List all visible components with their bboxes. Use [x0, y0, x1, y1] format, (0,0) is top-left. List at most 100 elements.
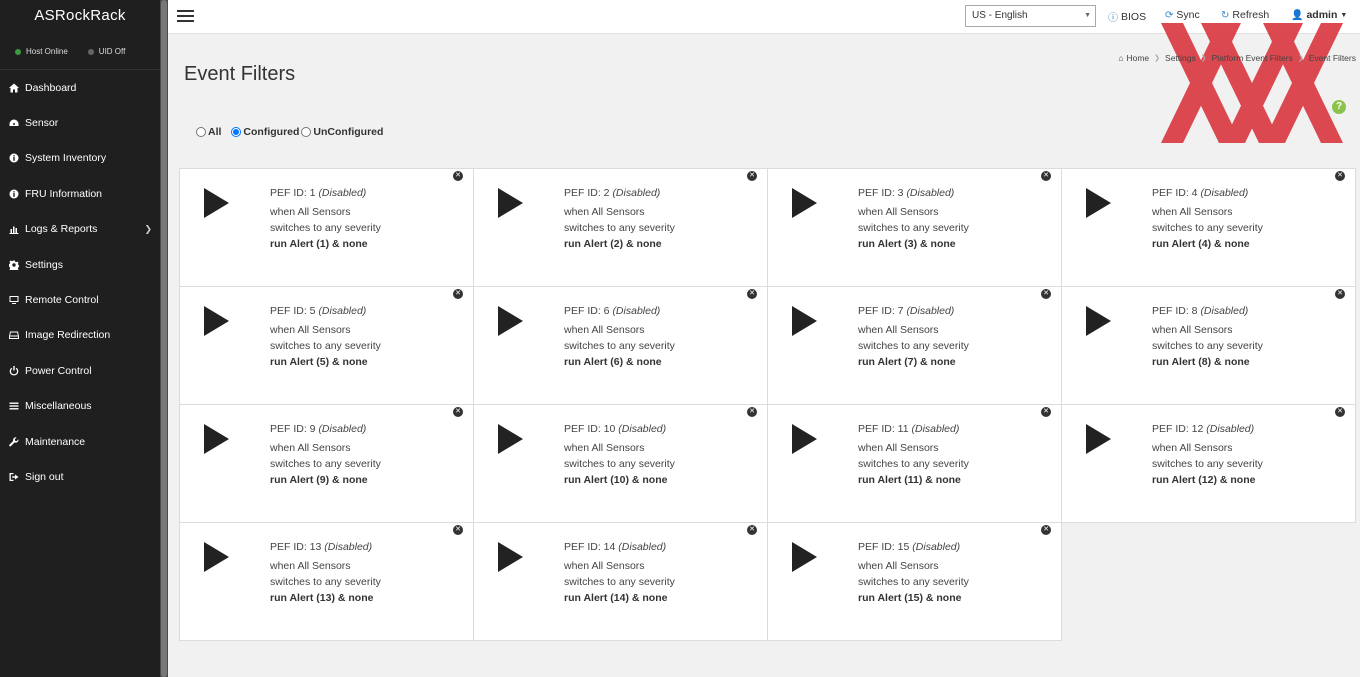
filter-action: run Alert (6) & none	[564, 356, 662, 368]
event-filter-card[interactable]: ✕ PEF ID: 1 (Disabled) when All Sensors …	[179, 168, 474, 287]
filter-id-line: PEF ID: 6 (Disabled)	[564, 303, 675, 319]
filter-id-line: PEF ID: 2 (Disabled)	[564, 185, 675, 201]
filter-action: run Alert (10) & none	[564, 474, 668, 486]
filter-description: PEF ID: 5 (Disabled) when All Sensors sw…	[270, 303, 381, 370]
filter-id: PEF ID: 14	[564, 541, 616, 553]
sidebar-scrollbar[interactable]	[160, 0, 168, 677]
refresh-link[interactable]: ↻ Refresh	[1221, 9, 1269, 21]
filter-configured-label: Configured	[243, 126, 300, 138]
filter-state: (Disabled)	[912, 541, 961, 553]
uid-status-label: UID Off	[98, 47, 126, 56]
delete-filter-icon[interactable]: ✕	[747, 171, 757, 181]
filter-id: PEF ID: 9	[270, 423, 316, 435]
event-filter-card[interactable]: ✕ PEF ID: 2 (Disabled) when All Sensors …	[473, 168, 768, 287]
filter-unconfigured[interactable]: UnConfigured	[301, 126, 383, 138]
sidebar-item-sensor[interactable]: Sensor	[0, 105, 160, 140]
menu-toggle-icon[interactable]	[177, 10, 194, 22]
delete-filter-icon[interactable]: ✕	[453, 289, 463, 299]
sidebar-scrollbar-thumb[interactable]	[161, 0, 167, 677]
sidebar-item-dashboard[interactable]: Dashboard	[0, 70, 160, 105]
sidebar-item-remote-control[interactable]: Remote Control	[0, 282, 160, 317]
filter-state: (Disabled)	[318, 423, 367, 435]
filter-state: (Disabled)	[612, 187, 661, 199]
delete-filter-icon[interactable]: ✕	[1041, 171, 1051, 181]
sidebar-item-miscellaneous[interactable]: Miscellaneous	[0, 389, 160, 424]
host-status-label: Host Online	[26, 47, 68, 56]
event-filter-card[interactable]: ✕ PEF ID: 10 (Disabled) when All Sensors…	[473, 404, 768, 523]
sidebar-item-fru-information[interactable]: FRU Information	[0, 176, 160, 211]
filter-id: PEF ID: 6	[564, 305, 610, 317]
sidebar-item-label: FRU Information	[25, 187, 103, 200]
filter-configured-radio[interactable]	[231, 127, 242, 137]
user-label: admin	[1306, 9, 1338, 21]
play-icon	[497, 424, 523, 454]
sidebar-item-maintenance[interactable]: Maintenance	[0, 424, 160, 459]
sidebar-item-image-redirection[interactable]: Image Redirection	[0, 318, 160, 353]
host-status-row: Host Online UID Off	[0, 34, 160, 70]
bios-link[interactable]: ⓘ BIOS	[1108, 9, 1146, 25]
filter-all-radio[interactable]	[196, 127, 206, 137]
delete-filter-icon[interactable]: ✕	[1041, 407, 1051, 417]
event-filter-card[interactable]: ✕ PEF ID: 8 (Disabled) when All Sensors …	[1061, 286, 1356, 405]
delete-filter-icon[interactable]: ✕	[453, 525, 463, 535]
sync-link[interactable]: ⟳ Sync	[1165, 9, 1200, 21]
filter-configured[interactable]: Configured	[231, 126, 299, 138]
delete-filter-icon[interactable]: ✕	[1335, 171, 1345, 181]
filter-description: PEF ID: 7 (Disabled) when All Sensors sw…	[858, 303, 969, 370]
delete-filter-icon[interactable]: ✕	[1041, 289, 1051, 299]
delete-filter-icon[interactable]: ✕	[747, 289, 757, 299]
user-menu[interactable]: 👤 admin ▼	[1291, 9, 1347, 21]
filter-all[interactable]: All	[196, 126, 221, 138]
sidebar-item-system-inventory[interactable]: System Inventory	[0, 141, 160, 176]
event-filter-card[interactable]: ✕ PEF ID: 5 (Disabled) when All Sensors …	[179, 286, 474, 405]
delete-filter-icon[interactable]: ✕	[747, 525, 757, 535]
sidebar-item-label: Settings	[25, 258, 63, 271]
event-filter-card[interactable]: ✕ PEF ID: 9 (Disabled) when All Sensors …	[179, 404, 474, 523]
event-filter-card[interactable]: ✕ PEF ID: 15 (Disabled) when All Sensors…	[767, 522, 1062, 641]
event-filter-card[interactable]: ✕ PEF ID: 14 (Disabled) when All Sensors…	[473, 522, 768, 641]
filter-id-line: PEF ID: 5 (Disabled)	[270, 303, 381, 319]
list-icon	[8, 401, 19, 412]
sidebar-item-logs-reports[interactable]: Logs & Reports ❯	[0, 212, 160, 247]
filter-unconfigured-radio[interactable]	[301, 127, 312, 137]
delete-filter-icon[interactable]: ✕	[453, 171, 463, 181]
play-icon	[203, 542, 229, 572]
event-filter-card[interactable]: ✕ PEF ID: 3 (Disabled) when All Sensors …	[767, 168, 1062, 287]
filter-action: run Alert (4) & none	[1152, 238, 1250, 250]
filter-description: PEF ID: 3 (Disabled) when All Sensors sw…	[858, 185, 969, 252]
filter-id: PEF ID: 13	[270, 541, 322, 553]
event-filter-card[interactable]: ✕ PEF ID: 12 (Disabled) when All Sensors…	[1061, 404, 1356, 523]
sync-icon: ⟳	[1165, 9, 1174, 21]
help-icon[interactable]: ?	[1332, 100, 1346, 114]
filter-id-line: PEF ID: 8 (Disabled)	[1152, 303, 1263, 319]
filter-all-label: All	[208, 126, 222, 138]
filter-condition: switches to any severity	[270, 222, 381, 234]
delete-filter-icon[interactable]: ✕	[1335, 289, 1345, 299]
event-filter-card[interactable]: ✕ PEF ID: 6 (Disabled) when All Sensors …	[473, 286, 768, 405]
filter-id-line: PEF ID: 9 (Disabled)	[270, 421, 381, 437]
filter-action: run Alert (1) & none	[270, 238, 368, 250]
play-icon	[497, 542, 523, 572]
delete-filter-icon[interactable]: ✕	[747, 407, 757, 417]
sidebar-item-sign-out[interactable]: Sign out	[0, 459, 160, 494]
breadcrumb-platform-event-filters[interactable]: Platform Event Filters	[1212, 53, 1293, 63]
event-filter-card[interactable]: ✕ PEF ID: 7 (Disabled) when All Sensors …	[767, 286, 1062, 405]
sidebar-item-power-control[interactable]: Power Control	[0, 353, 160, 388]
filter-condition: switches to any severity	[270, 458, 381, 470]
filter-action: run Alert (14) & none	[564, 592, 668, 604]
breadcrumb-settings[interactable]: Settings	[1165, 53, 1196, 63]
language-select[interactable]: US - English ▼	[965, 5, 1096, 27]
breadcrumb-home[interactable]: Home	[1126, 53, 1149, 63]
event-filter-card[interactable]: ✕ PEF ID: 11 (Disabled) when All Sensors…	[767, 404, 1062, 523]
delete-filter-icon[interactable]: ✕	[1041, 525, 1051, 535]
gauge-icon	[8, 118, 19, 129]
delete-filter-icon[interactable]: ✕	[453, 407, 463, 417]
event-filter-card[interactable]: ✕ PEF ID: 4 (Disabled) when All Sensors …	[1061, 168, 1356, 287]
filter-id-line: PEF ID: 15 (Disabled)	[858, 539, 969, 555]
filter-sensor: when All Sensors	[564, 560, 645, 572]
filter-id: PEF ID: 10	[564, 423, 616, 435]
sidebar-item-settings[interactable]: Settings	[0, 247, 160, 282]
sync-label: Sync	[1176, 9, 1200, 21]
event-filter-card[interactable]: ✕ PEF ID: 13 (Disabled) when All Sensors…	[179, 522, 474, 641]
delete-filter-icon[interactable]: ✕	[1335, 407, 1345, 417]
